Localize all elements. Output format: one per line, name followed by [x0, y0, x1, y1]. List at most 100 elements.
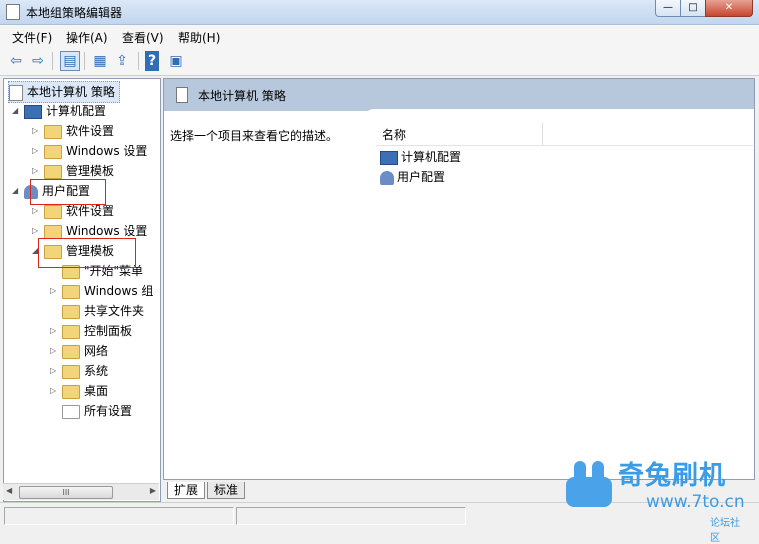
collapsed-arrow-icon[interactable]: ▷ — [50, 321, 62, 341]
list-item-computer-config[interactable]: 计算机配置 — [380, 147, 461, 167]
title-bar: 本地组策略编辑器 — □ ✕ — [0, 0, 759, 25]
folder-icon — [44, 224, 62, 239]
scroll-right-arrow-icon[interactable]: ▶ — [150, 486, 156, 495]
back-arrow-icon[interactable]: ⇦ — [6, 51, 26, 71]
tree-item-control-panel[interactable]: ▷ 控制面板 — [50, 321, 132, 341]
computer-icon — [24, 104, 42, 119]
column-header-empty[interactable] — [543, 123, 753, 146]
tree-label: Windows 组 — [84, 284, 154, 298]
tree-label: 软件设置 — [66, 204, 115, 218]
tree-label: 本地计算机 策略 — [27, 85, 115, 99]
tree-item-system[interactable]: ▷ 系统 — [50, 361, 108, 381]
status-segment — [236, 507, 466, 525]
rabbit-logo-icon — [566, 461, 612, 507]
collapsed-arrow-icon[interactable]: ▷ — [32, 141, 44, 161]
column-header-label: 名称 — [382, 128, 407, 142]
collapsed-arrow-icon[interactable]: ▷ — [32, 161, 44, 181]
collapsed-arrow-icon[interactable]: ▷ — [32, 121, 44, 141]
collapsed-arrow-icon[interactable]: ▷ — [50, 361, 62, 381]
collapsed-arrow-icon[interactable]: ▷ — [50, 381, 62, 401]
tree-item-computer-config[interactable]: ◢ 计算机配置 — [12, 101, 106, 121]
list-item-label: 计算机配置 — [401, 150, 462, 164]
collapsed-arrow-icon[interactable]: ▷ — [50, 341, 62, 361]
list-item-user-config[interactable]: 用户配置 — [380, 167, 445, 187]
tab-standard[interactable]: 标准 — [207, 482, 246, 499]
scroll-left-arrow-icon[interactable]: ◀ — [6, 486, 12, 495]
folder-icon — [44, 144, 62, 159]
menu-view[interactable]: 查看(V) — [122, 29, 164, 46]
watermark: 奇兔刷机 www.7to.cn 论坛社区 — [566, 455, 746, 544]
folder-icon — [62, 304, 80, 319]
tree-label: 控制面板 — [84, 324, 133, 338]
tree-label: Windows 设置 — [66, 224, 148, 238]
menu-bar: 文件(F) 操作(A) 查看(V) 帮助(H) — [0, 25, 759, 48]
tree-item-windows-settings[interactable]: ▷ Windows 设置 — [32, 141, 147, 161]
show-hide-console-tree-icon[interactable]: ▤ — [60, 51, 80, 71]
tree-item-admin-templates[interactable]: ▷ 管理模板 — [32, 161, 114, 181]
status-segment — [4, 507, 234, 525]
policy-document-icon — [9, 84, 23, 101]
tree-label: 网络 — [84, 344, 109, 358]
tree-horizontal-scrollbar[interactable]: ◀ III ▶ — [3, 483, 159, 500]
tree-item-network[interactable]: ▷ 网络 — [50, 341, 108, 361]
tree-item-desktop[interactable]: ▷ 桌面 — [50, 381, 108, 401]
export-list-icon[interactable]: ⇪ — [112, 51, 132, 71]
folder-icon — [44, 204, 62, 219]
computer-icon — [380, 150, 398, 165]
console-tree[interactable]: 本地计算机 策略 ◢ 计算机配置 ▷ 软件设置 ▷ Windows 设置 ▷ 管理模板 … — [3, 78, 161, 502]
help-icon[interactable]: ? — [145, 51, 159, 71]
folder-icon — [44, 124, 62, 139]
tree-item-windows-components[interactable]: ▷ Windows 组 — [50, 281, 153, 301]
toolbar-separator — [84, 52, 85, 70]
details-header-title: 本地计算机 策略 — [198, 89, 286, 103]
list-item-label: 用户配置 — [397, 170, 446, 184]
tree-label: 共享文件夹 — [84, 304, 145, 318]
app-icon — [6, 4, 20, 20]
tree-item-shared-folders[interactable]: 共享文件夹 — [62, 301, 144, 321]
tree-label: 系统 — [84, 364, 109, 378]
tree-item-software-settings[interactable]: ▷ 软件设置 — [32, 121, 114, 141]
window-title: 本地组策略编辑器 — [26, 6, 123, 20]
details-header: 本地计算机 策略 — [164, 79, 754, 111]
folder-icon — [62, 344, 80, 359]
menu-action[interactable]: 操作(A) — [66, 29, 108, 46]
toolbar-separator — [52, 52, 53, 70]
tree-item-root[interactable]: 本地计算机 策略 — [8, 81, 120, 103]
watermark-url: www.7to.cn — [646, 492, 745, 512]
folder-icon — [62, 324, 80, 339]
tree-label: 管理模板 — [66, 164, 115, 178]
column-header-name[interactable]: 名称 — [376, 123, 543, 146]
tab-extended[interactable]: 扩展 — [167, 482, 206, 499]
expanded-arrow-icon[interactable]: ◢ — [12, 181, 24, 201]
folder-icon — [62, 364, 80, 379]
toolbar: ⇦ ⇨ ▤ ▦ ⇪ ? ▣ — [0, 47, 759, 76]
scroll-thumb[interactable]: III — [19, 486, 113, 499]
tree-item-all-settings[interactable]: 所有设置 — [62, 401, 132, 421]
toolbar-separator — [138, 52, 139, 70]
maximize-button[interactable]: □ — [680, 0, 706, 17]
policy-document-icon — [176, 87, 188, 103]
details-pane: 本地计算机 策略 选择一个项目来查看它的描述。 名称 计算机配置 用户配置 — [163, 78, 755, 480]
all-settings-icon — [62, 404, 80, 419]
tree-label: 桌面 — [84, 384, 109, 398]
close-button[interactable]: ✕ — [705, 0, 753, 17]
tree-label: 计算机配置 — [46, 104, 107, 118]
forward-arrow-icon[interactable]: ⇨ — [28, 51, 48, 71]
menu-file[interactable]: 文件(F) — [12, 29, 52, 46]
folder-icon — [62, 384, 80, 399]
action-pane-icon[interactable]: ▣ — [166, 51, 186, 71]
expanded-arrow-icon[interactable]: ◢ — [12, 101, 24, 121]
minimize-button[interactable]: — — [655, 0, 681, 17]
watermark-sub: 论坛社区 — [710, 518, 740, 544]
watermark-brand: 奇兔刷机 — [618, 461, 727, 491]
tree-label: 软件设置 — [66, 124, 115, 138]
folder-icon — [44, 164, 62, 179]
tree-label: 所有设置 — [84, 404, 133, 418]
menu-help[interactable]: 帮助(H) — [178, 29, 220, 46]
collapsed-arrow-icon[interactable]: ▷ — [50, 281, 62, 301]
properties-icon[interactable]: ▦ — [90, 51, 110, 71]
highlight-box-admin-templates — [38, 238, 136, 268]
highlight-box-user-config — [30, 179, 106, 205]
user-icon — [380, 170, 394, 185]
folder-icon — [62, 284, 80, 299]
